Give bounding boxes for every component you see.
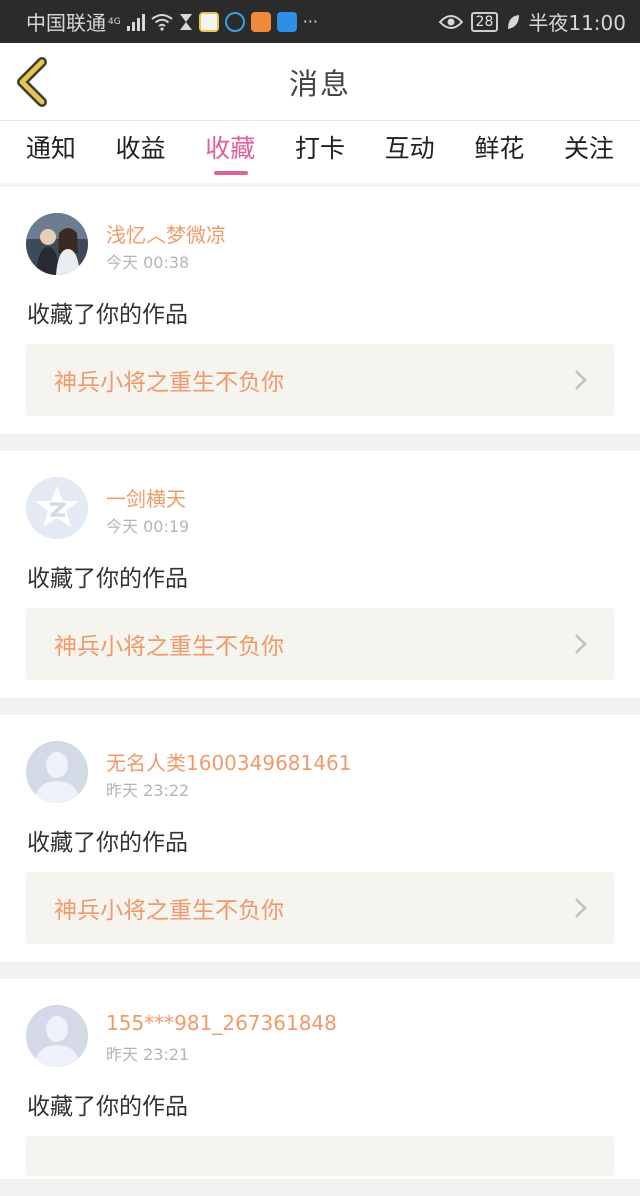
tab-label: 鲜花 xyxy=(474,134,525,163)
message-card: 浅忆︿梦微凉 今天 00:38 收藏了你的作品 神兵小将之重生不负你 xyxy=(0,187,640,434)
message-list: 浅忆︿梦微凉 今天 00:38 收藏了你的作品 神兵小将之重生不负你 一剑横天 … xyxy=(0,187,640,1196)
timestamp: 昨天 23:21 xyxy=(106,1045,190,1064)
back-arrow-icon xyxy=(17,57,47,107)
username[interactable]: 浅忆︿梦微凉 xyxy=(106,219,226,248)
tab-label: 通知 xyxy=(25,134,76,163)
wifi-icon xyxy=(151,13,173,31)
tab-income[interactable]: 收益 xyxy=(101,121,181,183)
hourglass-icon xyxy=(179,13,192,30)
default-person-icon xyxy=(26,741,88,803)
qq-star-icon xyxy=(26,477,88,539)
qq-app-icon xyxy=(276,11,297,32)
work-link[interactable]: 神兵小将之重生不负你 xyxy=(26,608,614,680)
chevron-right-icon xyxy=(575,898,587,918)
message-card: 无名人类1600349681461 昨天 23:22 收藏了你的作品 神兵小将之… xyxy=(0,715,640,962)
chevron-right-icon xyxy=(575,370,587,390)
work-title: 神兵小将之重生不负你 xyxy=(54,634,284,660)
default-person-icon xyxy=(26,1005,88,1067)
username[interactable]: 无名人类1600349681461 xyxy=(106,747,351,776)
eye-icon xyxy=(438,14,463,29)
work-title: 神兵小将之重生不负你 xyxy=(54,898,284,924)
avatar[interactable] xyxy=(26,213,88,275)
avatar[interactable] xyxy=(26,741,88,803)
action-text: 收藏了你的作品 xyxy=(27,830,188,856)
leaf-icon xyxy=(508,14,520,29)
tab-flowers[interactable]: 鲜花 xyxy=(459,121,539,183)
active-tab-indicator xyxy=(214,171,249,175)
work-link[interactable]: 神兵小将之重生不负你 xyxy=(26,872,614,944)
chevron-right-icon xyxy=(575,634,587,654)
carrier-label: 中国联通 xyxy=(26,11,106,35)
page-title: 消息 xyxy=(288,66,351,101)
app-notification-icon xyxy=(198,11,219,32)
action-text: 收藏了你的作品 xyxy=(27,566,188,592)
network-type: 4G xyxy=(108,16,121,27)
message-card: 一剑横天 今天 00:19 收藏了你的作品 神兵小将之重生不负你 xyxy=(0,451,640,698)
tab-notice[interactable]: 通知 xyxy=(11,121,91,183)
lock-app-icon xyxy=(224,11,245,32)
status-bar: 中国联通 4G ··· 28 半夜11:00 xyxy=(0,0,640,43)
tab-interaction[interactable]: 互动 xyxy=(370,121,450,183)
signal-icon xyxy=(126,13,145,31)
tab-label: 收藏 xyxy=(205,134,256,163)
work-title: 神兵小将之重生不负你 xyxy=(54,370,284,396)
clock: 半夜11:00 xyxy=(528,11,626,35)
game-app-icon xyxy=(250,11,271,32)
message-card: 155***981_267361848 昨天 23:21 收藏了你的作品 xyxy=(0,979,640,1179)
avatar[interactable] xyxy=(26,1005,88,1067)
tab-favorites[interactable]: 收藏 xyxy=(190,121,270,183)
username[interactable]: 一剑横天 xyxy=(106,483,186,512)
work-link[interactable]: 神兵小将之重生不负你 xyxy=(26,344,614,416)
action-text: 收藏了你的作品 xyxy=(27,1094,188,1120)
nav-bar: 消息 xyxy=(0,43,640,121)
back-button[interactable] xyxy=(14,57,54,107)
avatar[interactable] xyxy=(26,477,88,539)
action-text: 收藏了你的作品 xyxy=(27,302,188,328)
username[interactable]: 155***981_267361848 xyxy=(106,1011,337,1035)
tab-follow[interactable]: 关注 xyxy=(549,121,629,183)
tab-label: 收益 xyxy=(115,134,166,163)
battery-level: 28 xyxy=(470,11,499,32)
tab-bar: 通知 收益 收藏 打卡 互动 鲜花 关注 xyxy=(0,121,640,183)
user-photo-icon xyxy=(26,213,88,275)
timestamp: 昨天 23:22 xyxy=(106,781,190,800)
timestamp: 今天 00:38 xyxy=(106,253,190,272)
tab-checkin[interactable]: 打卡 xyxy=(280,121,360,183)
more-notifications-icon: ··· xyxy=(302,12,318,31)
tab-label: 互动 xyxy=(384,134,435,163)
work-link[interactable] xyxy=(26,1136,614,1176)
timestamp: 今天 00:19 xyxy=(106,517,190,536)
tab-label: 打卡 xyxy=(294,134,345,163)
tab-label: 关注 xyxy=(564,134,615,163)
